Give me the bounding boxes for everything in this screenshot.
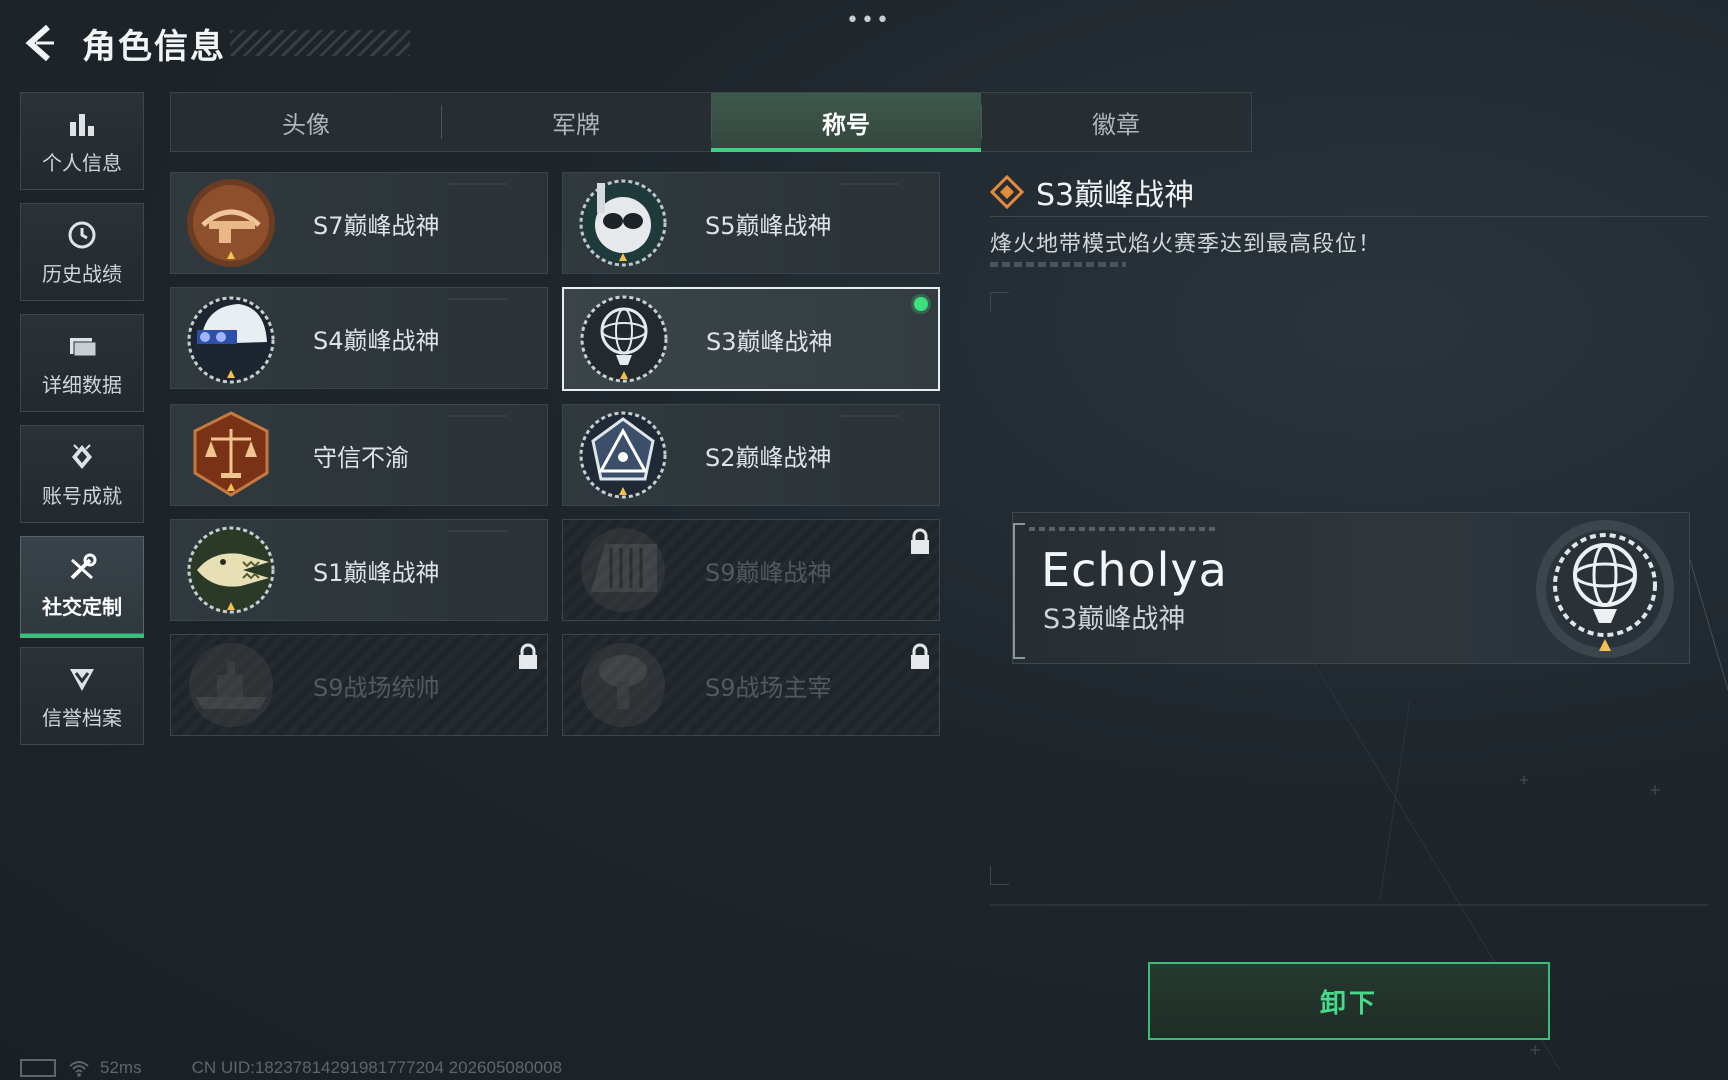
sidebar-item-label: 信誉档案: [42, 705, 122, 730]
title-card-trustworthy[interactable]: 守信不渝: [170, 404, 548, 506]
diving-mask-emblem-icon: [579, 179, 667, 267]
title-name: S5巅峰战神: [705, 211, 832, 240]
back-arrow-icon: [25, 24, 54, 62]
title-name: S9战场统帅: [313, 673, 440, 702]
equipped-indicator: [914, 297, 928, 311]
sidebar-item-personal-info[interactable]: 个人信息: [20, 92, 144, 190]
tab-badge[interactable]: 徽章: [981, 93, 1251, 151]
battery-icon: [20, 1059, 56, 1077]
unequip-button[interactable]: 卸下: [1148, 962, 1550, 1040]
armillary-sphere-emblem-icon: [1536, 520, 1674, 658]
card-decoration: [447, 530, 507, 532]
frame-corner: [990, 866, 1009, 885]
shield-chevron-icon: [65, 662, 99, 696]
nameplate-preview: Echolya S3巅峰战神: [1012, 512, 1690, 664]
more-menu-button[interactable]: •••: [846, 8, 891, 33]
nameplate-micro-text: [1029, 527, 1219, 531]
status-bar: 52ms CN UID:18237814291981777204 2026050…: [20, 1056, 562, 1080]
title-name: S7巅峰战神: [313, 211, 440, 240]
title-card-s2[interactable]: S2巅峰战神: [562, 404, 940, 506]
title-card-s9-dominator[interactable]: S9战场主宰: [562, 634, 940, 736]
detail-title: S3巅峰战神: [1036, 178, 1195, 213]
sidebar-item-label: 社交定制: [42, 594, 122, 619]
uid-text: CN UID:18237814291981777204 202605080008: [191, 1058, 563, 1077]
mushroom-cloud-emblem-icon: [581, 643, 665, 727]
detail-description: 烽火地带模式焰火赛季达到最高段位！: [990, 232, 1382, 257]
card-decoration: [839, 183, 899, 185]
card-decoration: [447, 183, 507, 185]
sidebar-item-history[interactable]: 历史战绩: [20, 203, 144, 301]
player-name: Echolya: [1041, 543, 1228, 597]
title-name: 守信不渝: [313, 443, 409, 472]
triangle-eye-emblem-icon: [579, 411, 667, 499]
title-name: S3巅峰战神: [706, 327, 833, 356]
tab-dog-tag[interactable]: 军牌: [441, 93, 711, 151]
title-name: S1巅峰战神: [313, 558, 440, 587]
title-name: S9巅峰战神: [705, 558, 832, 587]
sidebar-item-achievements[interactable]: 账号成就: [20, 425, 144, 523]
wifi-icon: [69, 1061, 89, 1077]
lock-icon: [911, 528, 929, 554]
sidebar-item-label: 历史战绩: [42, 261, 122, 286]
folder-icon: [65, 329, 99, 363]
lock-icon: [911, 643, 929, 669]
back-button[interactable]: [20, 21, 60, 65]
detail-header: S3巅峰战神: [990, 170, 1194, 214]
lock-icon: [519, 643, 537, 669]
scales-emblem-icon: [193, 411, 269, 497]
card-decoration: [839, 415, 899, 417]
history-clock-icon: [65, 218, 99, 252]
title-card-s1[interactable]: S1巅峰战神: [170, 519, 548, 621]
sidebar-item-label: 个人信息: [42, 150, 122, 175]
title-name: S2巅峰战神: [705, 443, 832, 472]
sidebar-item-detailed-data[interactable]: 详细数据: [20, 314, 144, 412]
unequip-label: 卸下: [1319, 988, 1378, 1019]
sidebar-item-label: 账号成就: [42, 483, 122, 508]
title-name: S4巅峰战神: [313, 326, 440, 355]
card-decoration: [447, 298, 507, 300]
tab-avatar[interactable]: 头像: [171, 93, 441, 151]
category-tabs: 头像 军牌 称号 徽章: [170, 92, 1252, 152]
nameplate-title: S3巅峰战神: [1043, 604, 1186, 635]
tactical-helmet-emblem-icon: [187, 296, 275, 384]
tools-icon: [65, 551, 99, 585]
title-card-s7[interactable]: S7巅峰战神: [170, 172, 548, 274]
title-card-s4[interactable]: S4巅峰战神: [170, 287, 548, 389]
tab-title[interactable]: 称号: [711, 93, 981, 152]
title-grid: S7巅峰战神 S5巅峰战神 S4巅峰战神 S3巅峰战神 守信不渝 S2巅峰战神 …: [170, 172, 940, 736]
armillary-sphere-emblem-icon: [580, 295, 668, 383]
title-card-s3[interactable]: S3巅峰战神: [562, 287, 940, 391]
title-card-s5[interactable]: S5巅峰战神: [562, 172, 940, 274]
frame-corner: [990, 292, 1009, 311]
nameplate-bracket: [1013, 523, 1025, 659]
title-card-s9-peak[interactable]: S9巅峰战神: [562, 519, 940, 621]
title-hatch-decoration: [230, 30, 410, 56]
detail-divider: [990, 216, 1708, 217]
dam-emblem-icon: [581, 528, 665, 612]
card-decoration: [447, 415, 507, 417]
sidebar-item-credit-record[interactable]: 信誉档案: [20, 647, 144, 745]
title-card-s9-commander[interactable]: S9战场统帅: [170, 634, 548, 736]
detail-subline-decoration: [990, 262, 1126, 267]
sidebar: 个人信息 历史战绩 详细数据 账号成就 社交定制 信誉档案: [20, 92, 144, 758]
page-title: 角色信息: [82, 26, 226, 67]
title-name: S9战场主宰: [705, 673, 832, 702]
sidebar-item-social-custom[interactable]: 社交定制: [20, 536, 144, 638]
diamond-icon: [990, 175, 1024, 209]
sidebar-item-label: 详细数据: [42, 372, 122, 397]
header: 角色信息: [20, 18, 226, 68]
crossbow-emblem-icon: [187, 179, 275, 267]
achievement-icon: [65, 440, 99, 474]
bar-chart-icon: [65, 107, 99, 141]
warship-emblem-icon: [189, 643, 273, 727]
ping-text: 52ms: [100, 1058, 142, 1077]
crocodile-emblem-icon: [187, 526, 275, 614]
